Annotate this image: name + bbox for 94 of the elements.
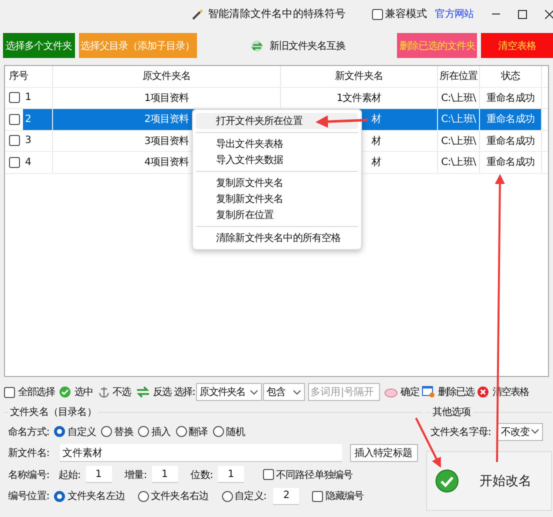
checkbox-label: 兼容模式	[384, 7, 428, 21]
row-checkbox[interactable]	[9, 135, 20, 146]
row-checkbox[interactable]	[9, 114, 20, 125]
table-cell: 1项目资料	[53, 88, 281, 108]
group-title: 其他选项	[431, 406, 472, 419]
table-cell: C:\上班\	[438, 152, 480, 172]
eraser-icon	[384, 386, 398, 398]
field-label: 文件夹名字母:	[430, 426, 491, 439]
insert-dropdown[interactable]: 插入特定标题	[350, 444, 418, 462]
letter-case-dropdown[interactable]: 不改变	[496, 422, 543, 441]
operator-dropdown[interactable]: 包含	[262, 383, 305, 401]
confirm-button[interactable]: 确定	[384, 385, 419, 399]
table-cell: C:\上班\	[438, 130, 480, 151]
keyword-field[interactable]: 多词用|号隔开	[308, 383, 380, 401]
radio-label: 文件夹名左边	[67, 490, 125, 504]
swap-icon	[136, 386, 150, 398]
column-header[interactable]: 新文件夹名	[281, 66, 438, 86]
radio-button[interactable]	[176, 426, 187, 438]
select-button[interactable]: 反选	[136, 385, 172, 399]
caret-icon	[250, 390, 258, 394]
field-label: 编号位置:	[8, 490, 50, 504]
row-checkbox[interactable]	[9, 92, 20, 104]
compat-mode-checkbox[interactable]	[372, 8, 383, 20]
group-title: 文件夹名（目录名）	[9, 406, 98, 419]
menu-item[interactable]: 打开文件夹所在位置	[196, 113, 358, 129]
step-field[interactable]: 1	[152, 466, 178, 484]
radio-button[interactable]	[54, 426, 66, 438]
check-circle-icon	[59, 386, 72, 398]
radio-label: 文件夹名右边	[150, 490, 209, 504]
checkbox-label: 隐藏编号	[325, 490, 364, 504]
magic-wand-icon	[192, 8, 204, 20]
delete-selected-button[interactable]: 删除已选	[422, 385, 474, 399]
field-label: 位数:	[190, 468, 213, 482]
table-cell: 重命名成功	[480, 88, 542, 108]
radio-label: 翻译	[188, 426, 208, 439]
radio-label: 替换	[114, 426, 134, 439]
maximize-icon[interactable]	[518, 10, 527, 18]
digits-field[interactable]: 1	[218, 466, 244, 484]
radio-label: 随机	[226, 426, 245, 439]
row-checkbox[interactable]	[9, 156, 20, 168]
table-cell: 1文件素材	[281, 88, 438, 108]
table-cell: C:\上班\	[438, 88, 480, 108]
field-label: 名称编号:	[8, 468, 50, 482]
radio-button[interactable]	[222, 490, 233, 502]
table-cell: 重命名成功	[480, 130, 542, 151]
radio-button[interactable]	[138, 490, 149, 502]
column-header[interactable]: 所在位置	[438, 66, 480, 86]
website-link[interactable]: 官方网站	[435, 7, 474, 21]
radio-button[interactable]	[101, 426, 112, 438]
table-cell: 重命名成功	[480, 152, 542, 172]
annotation-arrow	[415, 418, 441, 468]
select-button[interactable]: 选中	[59, 385, 93, 399]
table-cell: 重命名成功	[480, 109, 542, 130]
field-label: 新文件名:	[8, 446, 50, 460]
close-icon[interactable]	[544, 10, 553, 18]
start-rename-button[interactable]: 开始改名	[426, 451, 552, 511]
field-label: 命名方式:	[8, 426, 50, 439]
checkbox[interactable]	[262, 469, 274, 480]
select-button[interactable]: 不选	[98, 385, 131, 399]
column-header[interactable]: 原文件夹名	[53, 66, 281, 86]
caret-icon	[530, 429, 539, 434]
filter-label: 选择:	[174, 386, 195, 399]
start-field[interactable]: 1	[86, 466, 112, 484]
annotation-arrow	[316, 115, 368, 128]
checkbox[interactable]	[312, 490, 324, 502]
swap-icon	[250, 40, 264, 52]
radio-button[interactable]	[138, 426, 150, 438]
custom-position-field[interactable]: 2	[273, 488, 300, 505]
checkbox-label: 全部选择	[18, 386, 54, 399]
window-delete-icon	[422, 386, 435, 398]
radio-label: 自定义	[67, 426, 96, 439]
radio-label: 自定义:	[234, 490, 266, 504]
select-all-checkbox[interactable]	[4, 386, 15, 398]
field-label: 增量:	[124, 468, 147, 482]
anchor-icon	[98, 386, 110, 398]
caret-icon	[292, 390, 301, 394]
radio-button[interactable]	[212, 426, 224, 438]
table-cell: C:\上班\	[438, 109, 480, 130]
column-header[interactable]: 状态	[480, 66, 542, 86]
window-title: 智能清除文件名中的特殊符号	[208, 7, 346, 21]
checkmark-icon	[435, 469, 460, 493]
radio-button[interactable]	[54, 490, 66, 502]
table-cell-text: 4	[24, 156, 32, 170]
checkbox-label: 不同路径单独编号	[276, 468, 353, 482]
close-circle-icon	[477, 386, 490, 398]
radio-label: 插入	[151, 426, 171, 439]
column-header[interactable]: 序号	[5, 66, 53, 86]
table-cell-text: 1	[24, 91, 32, 106]
table-cell-text: 3	[24, 134, 32, 148]
new-name-field[interactable]: 文件素材	[60, 444, 342, 462]
table-cell: 2	[23, 109, 52, 130]
column-dropdown[interactable]: 原文件夹名	[196, 383, 262, 401]
field-label: 起始:	[58, 468, 81, 482]
toolbar-button[interactable]: 选择多个文件夹	[3, 33, 75, 58]
